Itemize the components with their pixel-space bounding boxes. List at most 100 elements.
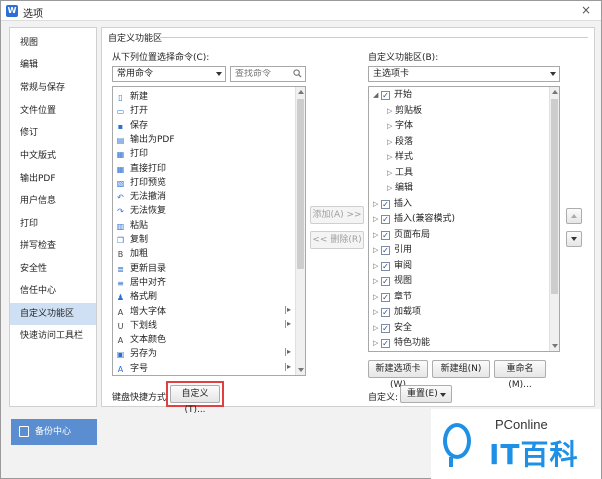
expand-icon[interactable]: ▷ — [387, 135, 395, 150]
sidebar-item[interactable]: 自定义功能区 — [10, 303, 96, 325]
expand-icon[interactable]: ▷ — [373, 290, 381, 305]
expand-icon[interactable]: ▷ — [387, 104, 395, 119]
expand-icon[interactable]: ▷ — [373, 274, 381, 289]
expand-icon[interactable]: ▷ — [373, 212, 381, 227]
tab-checkbox[interactable]: ✓ — [381, 230, 390, 240]
command-item[interactable]: A 增大字体 — [116, 305, 166, 319]
command-item[interactable]: A 字号 — [116, 362, 148, 375]
scroll-thumb[interactable] — [551, 99, 558, 294]
command-item[interactable]: ≡ 居中对齐 — [116, 276, 166, 290]
command-item[interactable]: ▦ 打印 — [116, 147, 148, 161]
scroll-down-icon[interactable] — [298, 368, 304, 372]
scroll-thumb[interactable] — [297, 99, 304, 269]
expand-icon[interactable]: ▷ — [373, 336, 381, 351]
collapse-icon[interactable]: ◢ — [373, 88, 381, 103]
command-search-box[interactable] — [230, 66, 306, 82]
tab-checkbox[interactable]: ✓ — [381, 246, 390, 255]
expand-icon[interactable]: ▷ — [373, 259, 381, 274]
move-up-button[interactable] — [566, 208, 582, 224]
tab-checkbox[interactable]: ✓ — [381, 292, 390, 302]
sidebar-item[interactable]: 编辑 — [10, 54, 96, 76]
sidebar-item[interactable]: 常规与保存 — [10, 77, 96, 99]
command-item[interactable]: ▧ 打印预览 — [116, 176, 166, 190]
sidebar-item[interactable]: 输出PDF — [10, 168, 96, 190]
ribbon-tree-item[interactable]: ▷ ✓ 加载项 — [373, 305, 421, 320]
remove-button[interactable]: << 删除(R) — [310, 231, 364, 249]
expand-icon[interactable]: ▷ — [387, 181, 395, 196]
ribbon-tree-item[interactable]: ▷ ✓ 章节 — [373, 290, 412, 305]
ribbon-tree-item[interactable]: ▷ 剪贴板 — [387, 104, 422, 119]
sidebar-item[interactable]: 视图 — [10, 32, 96, 54]
tab-checkbox[interactable]: ✓ — [381, 215, 390, 224]
customize-shortcut-button[interactable]: 自定义(T)... — [170, 385, 220, 415]
ribbon-tree-item[interactable]: ▷ 字体 — [387, 119, 413, 134]
ribbon-tree-item[interactable]: ▷ ✓ 插入(兼容模式) — [373, 212, 455, 227]
add-button[interactable]: 添加(A) >> — [310, 206, 364, 224]
expand-icon[interactable]: ▷ — [373, 197, 381, 212]
command-search-input[interactable] — [235, 69, 285, 79]
expand-icon[interactable]: ▷ — [373, 305, 381, 320]
ribbon-tree-item[interactable]: ◢ ✓ 开始 — [373, 88, 412, 103]
ribbon-tree-item[interactable]: ▷ ✓ 引用 — [373, 243, 412, 258]
command-item[interactable]: ▣ 另存为 — [116, 347, 157, 361]
ribbon-tree-item[interactable]: ▷ ✓ 特色功能 — [373, 336, 430, 351]
new-group-button[interactable]: 新建组(N) — [432, 360, 490, 378]
tab-checkbox[interactable]: ✓ — [381, 261, 390, 271]
command-item[interactable]: ▯ 新建 — [116, 90, 148, 104]
command-item[interactable]: B 加粗 — [116, 247, 148, 261]
tab-checkbox[interactable]: ✓ — [381, 308, 390, 317]
ribbon-tree-item[interactable]: ▷ ✓ 审阅 — [373, 259, 412, 274]
ribbon-tree-item[interactable]: ▷ 样式 — [387, 150, 413, 165]
scroll-down-icon[interactable] — [552, 344, 558, 348]
command-item[interactable]: ≣ 更新目录 — [116, 262, 166, 276]
command-item[interactable]: ↶ 无法撤消 — [116, 190, 166, 204]
sidebar-item[interactable]: 拼写检查 — [10, 235, 96, 257]
backup-center-button[interactable]: 备份中心 — [11, 419, 97, 445]
rename-button[interactable]: 重命名(M)... — [494, 360, 546, 390]
tab-checkbox[interactable]: ✓ — [381, 91, 390, 100]
ribbon-tree-item[interactable]: ▷ ✓ 页面布局 — [373, 228, 430, 243]
new-tab-button[interactable]: 新建选项卡(W) — [368, 360, 428, 390]
ribbon-tree[interactable]: ◢ ✓ 开始 ▷ 剪贴板 ▷ 字体 ▷ 段落 ▷ 样式 ▷ 工具 ▷ 编辑 ▷ ✓ 插入 ▷ ✓ 插入(兼容模式) ▷ ✓ 页… — [368, 86, 560, 352]
expand-icon[interactable]: ▷ — [387, 119, 395, 134]
sidebar-item[interactable]: 快速访问工具栏 — [10, 325, 96, 347]
command-item[interactable]: ▭ 打开 — [116, 104, 148, 118]
ribbon-tree-item[interactable]: ▷ ✓ 安全 — [373, 321, 412, 336]
ribbon-tree-item[interactable]: ▷ ✓ 插入 — [373, 197, 412, 212]
command-list[interactable]: ▯ 新建 ▭ 打开 ▪ 保存 ▤ 输出为PDF ▦ 打印 ▦ 直接打印 ▧ 打印预览 ↶ 无法撤消 ↷ 无法恢复 ▥… — [112, 86, 306, 376]
tab-checkbox[interactable]: ✓ — [381, 339, 390, 348]
ribbon-tree-item[interactable]: ▷ 工具 — [387, 166, 413, 181]
ribbon-tree-item[interactable]: ▷ 编辑 — [387, 181, 413, 196]
command-source-select[interactable]: 常用命令 — [112, 66, 226, 82]
command-item[interactable]: ▥ 粘贴 — [116, 219, 148, 233]
ribbon-tree-item[interactable]: ▷ 段落 — [387, 135, 413, 150]
ribbon-tabs-select[interactable]: 主选项卡 — [368, 66, 560, 82]
expand-icon[interactable]: ▷ — [373, 228, 381, 243]
command-item[interactable]: U 下划线 — [116, 319, 157, 333]
command-item[interactable]: ♟ 格式刷 — [116, 290, 157, 304]
sidebar-item[interactable]: 用户信息 — [10, 190, 96, 212]
expand-icon[interactable]: ▷ — [373, 243, 381, 258]
sidebar-item[interactable]: 打印 — [10, 213, 96, 235]
sidebar-item[interactable]: 中文版式 — [10, 145, 96, 167]
expand-icon[interactable]: ▷ — [387, 166, 395, 181]
sidebar-item[interactable]: 文件位置 — [10, 100, 96, 122]
command-item[interactable]: ▪ 保存 — [116, 119, 148, 133]
sidebar-item[interactable]: 修订 — [10, 122, 96, 144]
expand-icon[interactable]: ▷ — [387, 150, 395, 165]
command-item[interactable]: ↷ 无法恢复 — [116, 204, 166, 218]
tab-checkbox[interactable]: ✓ — [381, 199, 390, 209]
tab-checkbox[interactable]: ✓ — [381, 277, 390, 286]
ribbon-tree-item[interactable]: ▷ ✓ 视图 — [373, 274, 412, 289]
expand-icon[interactable]: ▷ — [373, 321, 381, 336]
reset-button[interactable]: 重置(E) — [400, 385, 452, 403]
ribbon-tree-scrollbar[interactable] — [549, 87, 559, 351]
command-item[interactable]: ▤ 输出为PDF — [116, 133, 175, 147]
scroll-up-icon[interactable] — [298, 90, 304, 94]
command-item[interactable]: ❐ 复制 — [116, 233, 148, 247]
close-icon[interactable]: × — [581, 3, 591, 17]
scroll-up-icon[interactable] — [552, 90, 558, 94]
sidebar-item[interactable]: 安全性 — [10, 258, 96, 280]
sidebar-item[interactable]: 信任中心 — [10, 280, 96, 302]
move-down-button[interactable] — [566, 231, 582, 247]
